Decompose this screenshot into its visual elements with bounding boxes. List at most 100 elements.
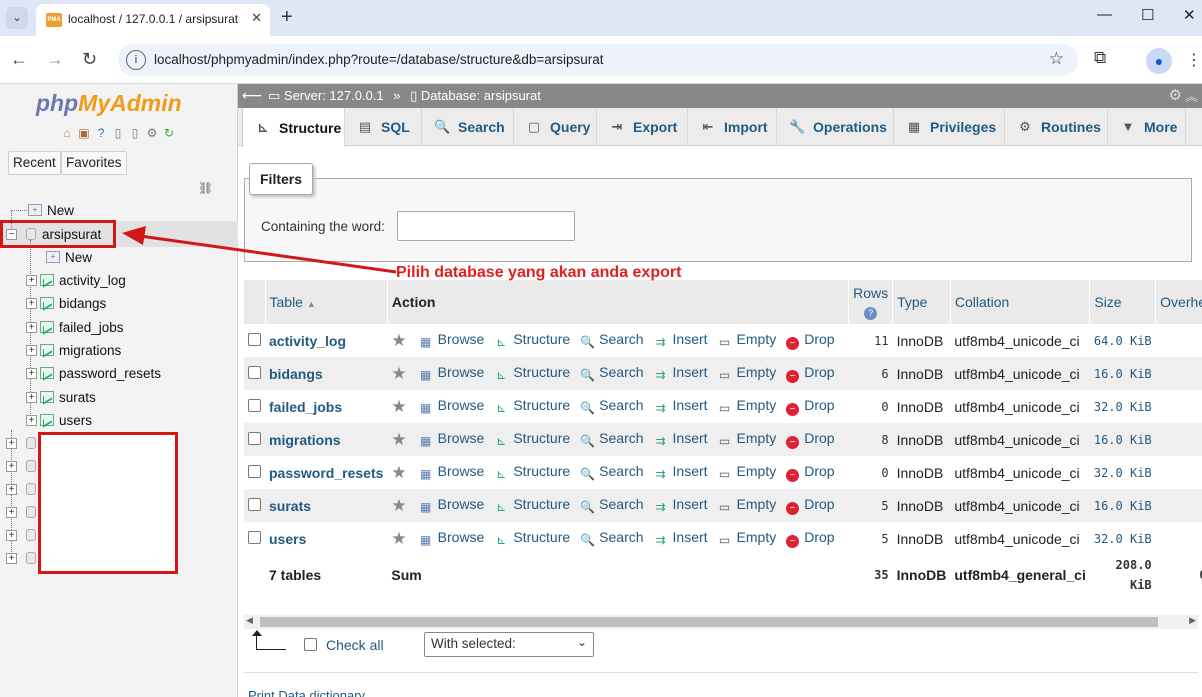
row-checkbox[interactable] bbox=[248, 464, 261, 478]
favorite-star-icon[interactable]: ★ bbox=[391, 397, 406, 416]
header-type[interactable]: Type bbox=[892, 280, 951, 324]
expand-icon[interactable]: + bbox=[6, 437, 17, 449]
address-bar[interactable]: i localhost/phpmyadmin/index.php?route=/… bbox=[118, 44, 1078, 76]
tree-table-item[interactable]: + bidangs bbox=[26, 292, 106, 314]
action-drop[interactable]: − Drop bbox=[786, 364, 835, 383]
tab-structure[interactable]: ⊾ Structure bbox=[242, 108, 345, 147]
table-name-link[interactable]: migrations bbox=[265, 423, 388, 456]
row-checkbox[interactable] bbox=[248, 398, 261, 412]
action-search[interactable]: 🔍 Search bbox=[580, 529, 643, 547]
action-search[interactable]: 🔍 Search bbox=[580, 397, 643, 415]
expand-icon[interactable]: + bbox=[6, 552, 17, 564]
tab-search-dropdown[interactable]: ⌄ bbox=[6, 7, 28, 29]
action-insert[interactable]: ⇉ Insert bbox=[654, 430, 707, 448]
action-drop[interactable]: − Drop bbox=[786, 331, 835, 350]
phpmyadmin-logo[interactable]: phpMyAdmin bbox=[36, 90, 182, 117]
tree-table-item[interactable]: + password_resets bbox=[26, 362, 161, 384]
tab-more[interactable]: ▼ More bbox=[1108, 108, 1186, 146]
settings-icon[interactable]: ⚙ bbox=[145, 126, 159, 140]
scroll-right-icon[interactable]: ▶ bbox=[1189, 615, 1196, 626]
favorite-star-icon[interactable]: ★ bbox=[391, 463, 406, 482]
close-tab-icon[interactable]: ✕ bbox=[251, 10, 262, 26]
tree-database-hidden[interactable]: + bbox=[6, 547, 42, 569]
action-drop[interactable]: − Drop bbox=[786, 463, 835, 482]
bookmark-star-icon[interactable]: ☆ bbox=[1049, 49, 1064, 69]
expand-icon[interactable]: + bbox=[6, 529, 17, 541]
row-size[interactable]: 16.0 KiB bbox=[1089, 357, 1156, 390]
row-checkbox[interactable] bbox=[248, 530, 261, 544]
header-collation[interactable]: Collation bbox=[950, 280, 1091, 324]
action-insert[interactable]: ⇉ Insert bbox=[654, 529, 707, 547]
forward-button[interactable]: → bbox=[46, 49, 64, 70]
row-checkbox[interactable] bbox=[248, 332, 261, 346]
action-search[interactable]: 🔍 Search bbox=[580, 496, 643, 514]
expand-icon[interactable]: + bbox=[6, 506, 17, 518]
tab-privileges[interactable]: ▦ Privileges bbox=[894, 108, 1005, 146]
collapse-nav-icon[interactable]: ⟵ bbox=[242, 87, 262, 104]
row-size[interactable]: 64.0 KiB bbox=[1089, 324, 1156, 357]
profile-avatar[interactable]: ● bbox=[1146, 48, 1172, 74]
row-checkbox[interactable] bbox=[248, 365, 261, 379]
action-empty[interactable]: ▭ Empty bbox=[718, 430, 776, 448]
action-insert[interactable]: ⇉ Insert bbox=[654, 397, 707, 415]
site-info-icon[interactable]: i bbox=[126, 50, 146, 70]
reload-nav-icon[interactable]: ↻ bbox=[162, 126, 176, 140]
extensions-icon[interactable]: ⧉ bbox=[1094, 48, 1106, 68]
header-rows[interactable]: Rows? bbox=[848, 280, 894, 324]
action-drop[interactable]: − Drop bbox=[786, 529, 835, 548]
action-search[interactable]: 🔍 Search bbox=[580, 364, 643, 382]
tab-query[interactable]: ▢ Query bbox=[514, 108, 597, 146]
action-drop[interactable]: − Drop bbox=[786, 496, 835, 515]
row-size[interactable]: 32.0 KiB bbox=[1089, 390, 1156, 423]
docs-icon[interactable]: ▯ bbox=[111, 126, 125, 140]
favorite-star-icon[interactable]: ★ bbox=[391, 364, 406, 383]
favorite-star-icon[interactable]: ★ bbox=[391, 331, 406, 350]
horizontal-scrollbar[interactable]: ◀ ▶ bbox=[244, 615, 1198, 629]
action-browse[interactable]: ▦ Browse bbox=[419, 529, 484, 547]
row-size[interactable]: 32.0 KiB bbox=[1089, 456, 1156, 489]
expand-icon[interactable]: + bbox=[26, 344, 37, 356]
check-all-checkbox[interactable] bbox=[304, 638, 317, 651]
action-search[interactable]: 🔍 Search bbox=[580, 463, 643, 481]
table-name-link[interactable]: bidangs bbox=[265, 357, 388, 390]
action-insert[interactable]: ⇉ Insert bbox=[654, 331, 707, 349]
action-browse[interactable]: ▦ Browse bbox=[419, 463, 484, 481]
action-empty[interactable]: ▭ Empty bbox=[718, 463, 776, 481]
recent-tab[interactable]: Recent bbox=[8, 151, 61, 175]
minimize-button[interactable]: — bbox=[1097, 6, 1112, 23]
tree-database-hidden[interactable]: + bbox=[6, 432, 42, 454]
row-checkbox[interactable] bbox=[248, 497, 261, 511]
expand-icon[interactable]: + bbox=[26, 391, 37, 403]
action-browse[interactable]: ▦ Browse bbox=[419, 496, 484, 514]
tree-table-item[interactable]: + failed_jobs bbox=[26, 316, 124, 338]
back-button[interactable]: ← bbox=[10, 49, 28, 70]
expand-icon[interactable]: + bbox=[26, 367, 37, 379]
settings-gear-icon[interactable]: ⚙ bbox=[1169, 86, 1182, 104]
expand-icon[interactable]: + bbox=[26, 414, 37, 426]
header-overhead[interactable]: Overhe bbox=[1155, 280, 1202, 324]
header-table[interactable]: Table ▲ bbox=[265, 280, 388, 324]
row-size[interactable]: 16.0 KiB bbox=[1089, 489, 1156, 522]
expand-icon[interactable]: + bbox=[6, 483, 17, 495]
table-name-link[interactable]: users bbox=[265, 522, 388, 555]
tree-table-item[interactable]: + activity_log bbox=[26, 269, 126, 291]
action-browse[interactable]: ▦ Browse bbox=[419, 430, 484, 448]
action-structure[interactable]: ⊾ Structure bbox=[494, 529, 570, 547]
expand-icon[interactable]: + bbox=[26, 321, 37, 333]
expand-icon[interactable]: + bbox=[6, 460, 17, 472]
tab-import[interactable]: ⇤ Import bbox=[688, 108, 777, 146]
scroll-left-icon[interactable]: ◀ bbox=[246, 615, 253, 626]
table-name-link[interactable]: activity_log bbox=[265, 324, 388, 357]
action-drop[interactable]: − Drop bbox=[786, 430, 835, 449]
check-all-label[interactable]: Check all bbox=[326, 637, 384, 653]
breadcrumb-server[interactable]: Server: 127.0.0.1 bbox=[284, 88, 384, 103]
favorite-star-icon[interactable]: ★ bbox=[391, 529, 406, 548]
expand-icon[interactable]: + bbox=[26, 274, 37, 286]
scroll-top-icon[interactable]: ︽ bbox=[1185, 86, 1198, 105]
tab-search[interactable]: 🔍 Search bbox=[422, 108, 514, 146]
favorite-star-icon[interactable]: ★ bbox=[391, 430, 406, 449]
action-empty[interactable]: ▭ Empty bbox=[718, 331, 776, 349]
tab-export[interactable]: ⇥ Export bbox=[597, 108, 688, 146]
browser-menu-icon[interactable]: ⋮ bbox=[1186, 50, 1202, 70]
tree-database-hidden[interactable]: + bbox=[6, 455, 42, 477]
